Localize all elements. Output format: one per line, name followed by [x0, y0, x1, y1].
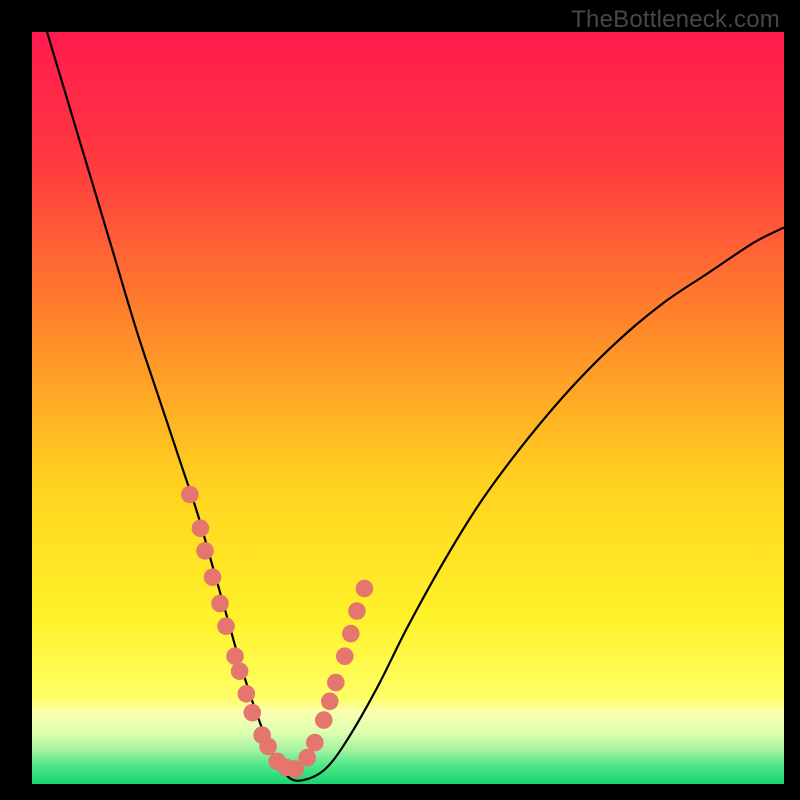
sample-dot: [315, 711, 333, 729]
sample-dot: [342, 625, 360, 643]
sample-dot: [298, 749, 316, 767]
sample-dot: [211, 595, 229, 613]
sample-dot: [238, 685, 256, 703]
sample-dot: [348, 602, 366, 620]
sample-dot: [181, 486, 199, 504]
bottleneck-curve: [47, 32, 784, 781]
sample-dot: [306, 734, 324, 752]
sample-dot: [192, 520, 210, 538]
sample-dot: [327, 674, 345, 692]
sample-dot: [356, 580, 374, 598]
sample-dots-group: [181, 486, 373, 778]
sample-dot: [204, 568, 222, 586]
chart-svg: [32, 32, 784, 784]
sample-dot: [231, 662, 249, 680]
watermark-text: TheBottleneck.com: [571, 6, 780, 34]
sample-dot: [196, 542, 214, 560]
sample-dot: [336, 647, 354, 665]
sample-dot: [259, 738, 277, 756]
sample-dot: [244, 704, 262, 722]
plot-area: [32, 32, 784, 784]
chart-frame: TheBottleneck.com: [0, 0, 800, 800]
sample-dot: [321, 693, 339, 711]
sample-dot: [217, 617, 235, 635]
sample-dot: [226, 647, 244, 665]
